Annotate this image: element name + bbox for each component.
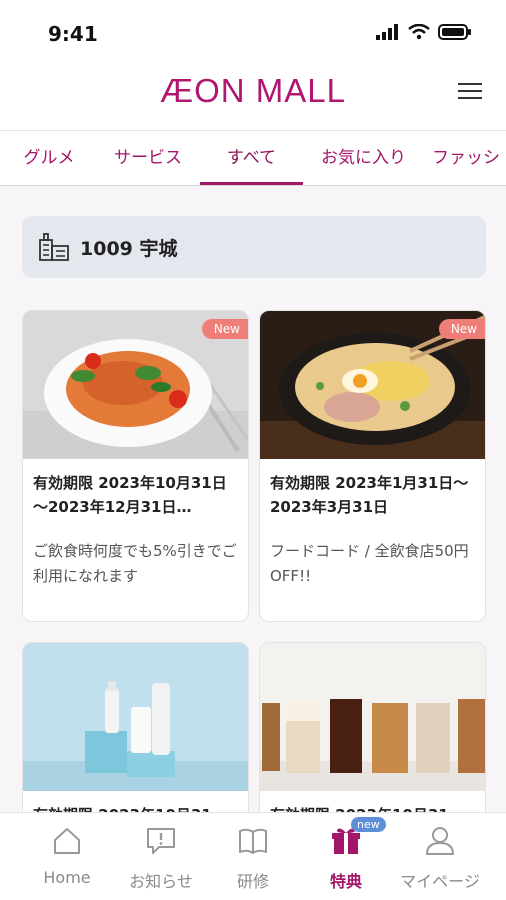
nav-mypage[interactable]: マイページ (393, 813, 487, 900)
category-tabs: グルメ サービス すべて お気に入り ファッシ (0, 130, 506, 186)
aeon-mall-logo: ÆON MALL (160, 72, 346, 109)
nav-benefits-label: 特典 (329, 872, 362, 891)
tab-gourmet[interactable]: グルメ (0, 131, 98, 185)
nav-news-label: お知らせ (129, 872, 193, 891)
nav-training-label: 研修 (236, 872, 269, 891)
status-time: 9:41 (48, 22, 98, 46)
home-icon (54, 828, 80, 854)
notice-icon (147, 828, 175, 854)
nav-home-label: Home (43, 868, 91, 887)
pasta-image: New (23, 311, 248, 459)
coupon-validity: 有効期限 2023年10月31日～2023年12月31日… (33, 474, 227, 516)
tab-all[interactable]: すべて (200, 131, 303, 185)
drinks-image (260, 643, 485, 791)
tab-fashion[interactable]: ファッシ (424, 131, 506, 185)
signal-icon (376, 24, 398, 40)
tab-service[interactable]: サービス (98, 131, 198, 185)
building-icon (39, 233, 69, 261)
active-tab-indicator (200, 182, 303, 185)
store-name: 1009 宇城 (80, 238, 178, 260)
nav-benefits[interactable]: new 特典 (299, 813, 393, 900)
new-badge: New (201, 319, 248, 339)
coupon-card[interactable]: New 有効期限 2023年1月31日～2023年3月31日 フードコード / … (259, 310, 486, 622)
nav-mypage-label: マイページ (400, 872, 480, 891)
status-bar: 9:41 (0, 0, 506, 66)
nav-news[interactable]: お知らせ (114, 813, 208, 900)
new-badge: New (438, 319, 485, 339)
tab-favorites[interactable]: お気に入り (305, 131, 422, 185)
menu-icon (458, 83, 482, 85)
nav-training[interactable]: 研修 (206, 813, 300, 900)
store-selector[interactable]: 1009 宇城 (22, 216, 486, 278)
cosmetics-image (23, 643, 248, 791)
book-icon (239, 828, 267, 854)
coupon-description: フードコード / 全飲食店50円OFF!! (270, 542, 469, 585)
coupon-card[interactable]: New 有効期限 2023年10月31日～2023年12月31日… ご飲食時何度… (22, 310, 249, 622)
new-badge: new (351, 817, 386, 832)
coupon-validity: 有効期限 2023年1月31日～2023年3月31日 (270, 474, 469, 516)
wifi-icon (408, 24, 430, 40)
bottom-tab-bar: Home お知らせ 研修 new 特典 マイページ (0, 812, 506, 900)
nav-home[interactable]: Home (20, 813, 114, 900)
ramen-image: New (260, 311, 485, 459)
coupon-description: ご飲食時何度でも5%引きでご利用になれます (33, 542, 237, 585)
status-icons (376, 24, 472, 40)
app-header: ÆON MALL (0, 66, 506, 130)
battery-icon (438, 24, 471, 40)
menu-button[interactable] (458, 78, 482, 100)
user-icon (426, 827, 454, 855)
